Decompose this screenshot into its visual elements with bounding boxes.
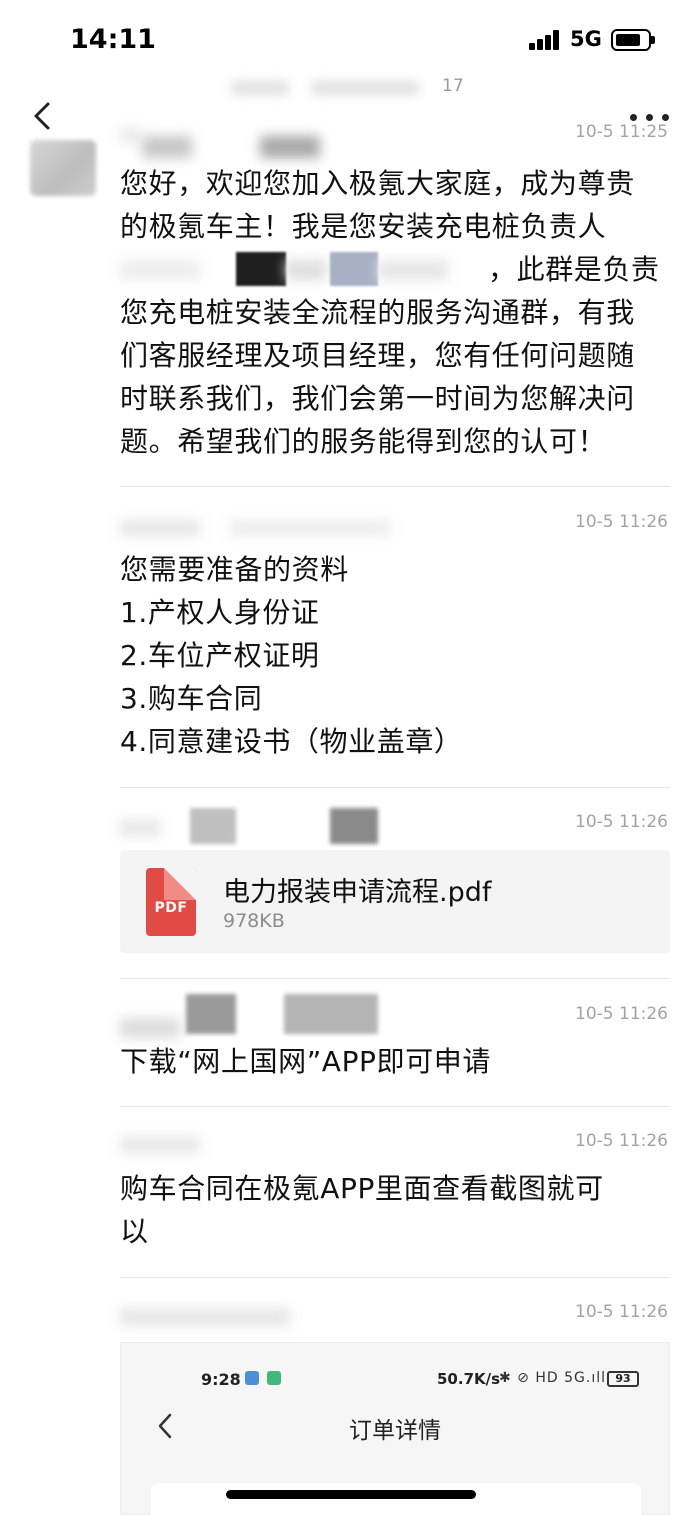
message-text-line: 题。希望我们的服务能得到您的认可！ bbox=[120, 425, 607, 458]
message-text-line: 您需要准备的资料 bbox=[120, 553, 349, 586]
screenshot-battery-icon: 93 bbox=[607, 1371, 639, 1387]
divider bbox=[120, 787, 670, 788]
home-indicator[interactable] bbox=[226, 1490, 476, 1499]
message-time: 10-5 11:26 bbox=[575, 1131, 668, 1151]
back-icon[interactable] bbox=[28, 98, 58, 134]
message-text-line: 下载“网上国网”APP即可申请 bbox=[120, 1045, 491, 1078]
chat-subtitle-tail: 17 bbox=[442, 76, 464, 96]
message-text-line: 时联系我们，我们会第一时间为您解决问 bbox=[120, 382, 635, 415]
message-text-line: 的极氪车主！我是您安装充电桩负责人 bbox=[120, 210, 607, 243]
file-attachment[interactable]: PDF 电力报装申请流程.pdf 978KB bbox=[120, 850, 670, 953]
battery-icon bbox=[611, 29, 655, 51]
screenshot-time: 9:28 bbox=[201, 1370, 241, 1389]
network-label: 5G bbox=[570, 27, 602, 51]
sender-name bbox=[120, 1302, 550, 1332]
message: 10-5 11:26 您需要准备的资料 1.产权人身份证 2.车位产权证明 3.… bbox=[120, 512, 670, 762]
divider bbox=[120, 1106, 670, 1107]
message: 10-5 11:26 下载“网上国网”APP即可申请 bbox=[120, 994, 670, 1084]
divider bbox=[120, 1277, 670, 1278]
message: 10-5 11:26 bbox=[120, 1302, 670, 1342]
message-time: 10-5 11:25 bbox=[575, 122, 668, 142]
screenshot-status-bar: 9:28 50.7K/s ✱ ⊘ HD 5G.ıll 93 bbox=[121, 1343, 669, 1413]
screenshot-content-card bbox=[151, 1483, 641, 1515]
message-text-line: 2.车位产权证明 bbox=[120, 639, 320, 672]
screenshot-title: 订单详情 bbox=[349, 1418, 441, 1444]
redacted-text bbox=[120, 250, 680, 290]
message-text-line: 3.购车合同 bbox=[120, 682, 263, 715]
sender-name bbox=[120, 512, 550, 542]
message-text-line: 您好，欢迎您加入极氪大家庭，成为尊贵 bbox=[120, 167, 635, 200]
chat-subtitle: 17 bbox=[210, 76, 490, 100]
message: 10-5 11:26 bbox=[120, 808, 670, 852]
sender-name bbox=[120, 122, 550, 158]
message: 10-5 11:25 您好，欢迎您加入极氪大家庭，成为尊贵 的极氪车主！我是您安… bbox=[120, 122, 670, 472]
signal-icon bbox=[529, 30, 563, 50]
app-notification-icon bbox=[245, 1371, 259, 1385]
screenshot-status-icons: ✱ ⊘ HD 5G.ıll bbox=[499, 1370, 606, 1386]
sender-name bbox=[120, 994, 550, 1038]
pdf-file-icon: PDF bbox=[146, 868, 196, 936]
divider bbox=[120, 978, 670, 979]
message: 10-5 11:26 购车合同在极氪APP里面查看截图就可 以 bbox=[120, 1131, 670, 1251]
message-text-line: 4.同意建设书（物业盖章） bbox=[120, 725, 463, 758]
message-text-line: 购车合同在极氪APP里面查看截图就可 bbox=[120, 1172, 604, 1205]
file-size: 978KB bbox=[223, 910, 285, 932]
message-time: 10-5 11:26 bbox=[575, 1004, 668, 1024]
avatar[interactable] bbox=[30, 140, 96, 196]
file-name: 电力报装申请流程.pdf bbox=[223, 877, 492, 908]
app-notification-icon bbox=[267, 1371, 281, 1385]
message-text-line: 以 bbox=[120, 1215, 149, 1248]
sender-name bbox=[120, 1131, 550, 1161]
screenshot-network-speed: 50.7K/s bbox=[437, 1370, 501, 1388]
message-text-line: 1.产权人身份证 bbox=[120, 596, 320, 629]
status-bar: 14:11 5G bbox=[0, 0, 700, 80]
message-time: 10-5 11:26 bbox=[575, 512, 668, 532]
message-time: 10-5 11:26 bbox=[575, 1302, 668, 1322]
message-text-line: 您充电桩安装全流程的服务沟通群，有我 bbox=[120, 296, 635, 329]
message-time: 10-5 11:26 bbox=[575, 812, 668, 832]
divider bbox=[120, 486, 670, 487]
message-text-line: 们客服经理及项目经理，您有任何问题随 bbox=[120, 339, 635, 372]
status-time: 14:11 bbox=[70, 24, 156, 55]
sender-name bbox=[120, 808, 550, 844]
